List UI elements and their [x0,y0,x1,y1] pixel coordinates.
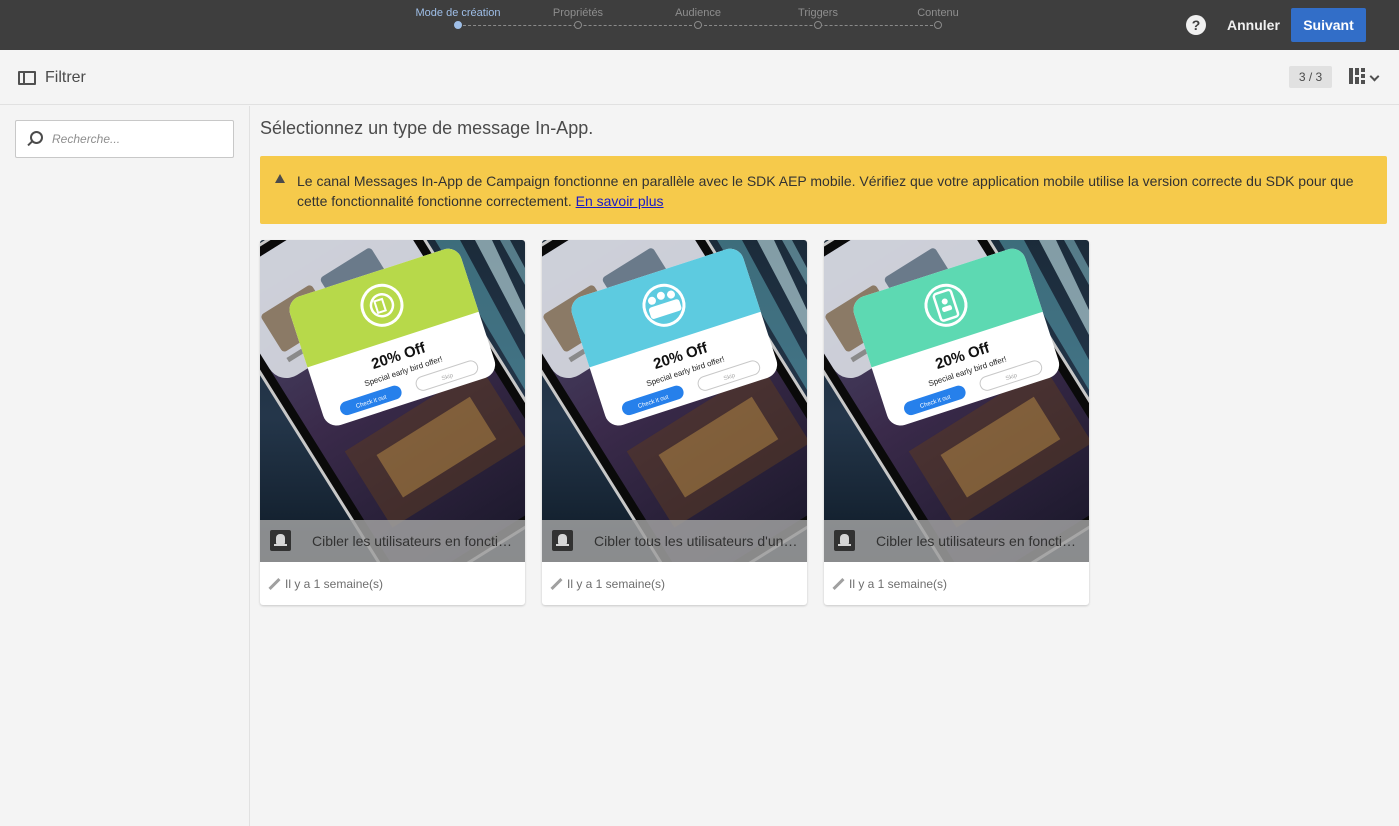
step-audience[interactable]: Audience [638,0,758,50]
search-input[interactable] [52,121,232,157]
template-thumbnail: 20% Off Special early bird offer! Check … [542,240,807,562]
step-label: Triggers [798,7,838,19]
step-triggers[interactable]: Triggers [758,0,878,50]
template-meta: Il y a 1 semaine(s) [550,577,665,591]
step-dot [934,21,942,29]
top-bar: Mode de création Propriétés Audience Tri… [0,0,1399,50]
in-app-message-icon [834,530,855,551]
wizard-stepper: Mode de création Propriétés Audience Tri… [416,0,959,50]
grid-view-icon [1349,68,1365,84]
template-thumbnail: 20% Off Special early bird offer! Check … [824,240,1089,562]
step-dot [574,21,582,29]
filter-toggle[interactable]: Filtrer [18,67,86,89]
chevron-down-icon [1369,71,1380,82]
template-caption: Cibler les utilisateurs en fonction ... [260,520,525,562]
sdk-warning-alert: Le canal Messages In-App de Campaign fon… [260,156,1387,224]
toolbar: Filtrer 3 / 3 [0,50,1399,105]
template-title: Cibler les utilisateurs en fonction ... [876,533,1081,549]
alert-text: Le canal Messages In-App de Campaign fon… [297,173,1354,209]
search-box [15,120,234,158]
step-creation-mode[interactable]: Mode de création [398,0,518,50]
in-app-message-icon [270,530,291,551]
step-dot [454,21,462,29]
step-label: Mode de création [415,7,501,19]
modified-time: Il y a 1 semaine(s) [567,577,666,591]
pager-count: 3 / 3 [1289,66,1332,88]
template-caption: Cibler les utilisateurs en fonction ... [824,520,1089,562]
template-card-3[interactable]: 20% Off Special early bird offer! Check … [824,240,1089,605]
modified-time: Il y a 1 semaine(s) [285,577,384,591]
pencil-icon [550,577,563,591]
page-title: Sélectionnez un type de message In-App. [260,118,594,138]
warning-icon [275,174,285,183]
template-caption: Cibler tous les utilisateurs d'une a... [542,520,807,562]
template-title: Cibler les utilisateurs en fonction ... [312,533,517,549]
panel-toggle-icon [18,71,36,85]
step-content[interactable]: Contenu [878,0,998,50]
template-meta: Il y a 1 semaine(s) [268,577,383,591]
step-label: Propriétés [552,7,604,19]
modified-time: Il y a 1 semaine(s) [849,577,948,591]
next-button[interactable]: Suivant [1291,8,1366,42]
pencil-icon [832,577,845,591]
search-icon [26,131,44,149]
cancel-button[interactable]: Annuler [1218,14,1289,36]
step-dot [694,21,702,29]
filter-panel [0,106,250,826]
template-card-1[interactable]: 20% Off Special early bird offer! Check … [260,240,525,605]
template-card-2[interactable]: 20% Off Special early bird offer! Check … [542,240,807,605]
template-grid: 20% Off Special early bird offer! Check … [260,240,1399,605]
step-properties[interactable]: Propriétés [518,0,638,50]
step-label: Audience [675,7,721,19]
learn-more-link[interactable]: En savoir plus [576,193,664,209]
step-dot [814,21,822,29]
help-icon[interactable]: ? [1186,15,1206,35]
template-thumbnail: 20% Off Special early bird offer! Check … [260,240,525,562]
in-app-message-icon [552,530,573,551]
pencil-icon [268,577,281,591]
template-title: Cibler tous les utilisateurs d'une a... [594,533,799,549]
filter-label: Filtrer [45,69,86,86]
template-meta: Il y a 1 semaine(s) [832,577,947,591]
view-toggle[interactable] [1349,68,1383,88]
step-label: Contenu [917,7,959,19]
